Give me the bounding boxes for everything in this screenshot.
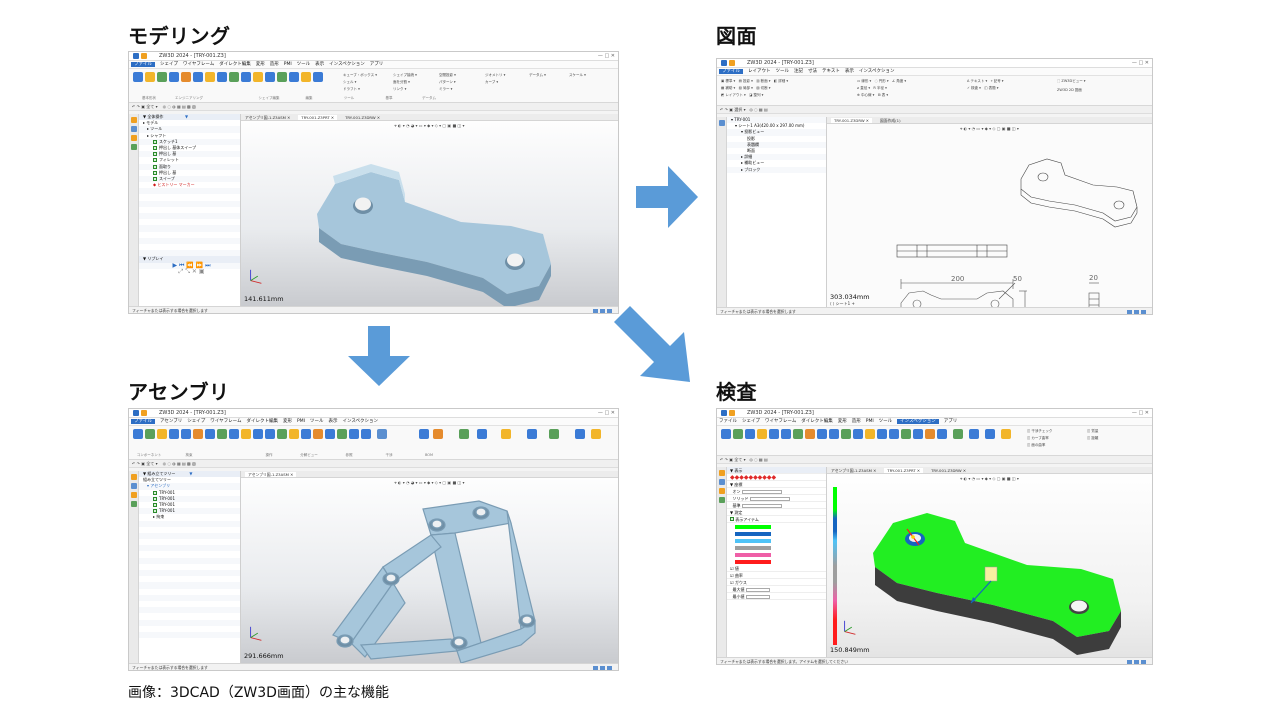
legend-swatch-4 — [734, 546, 771, 550]
inspection-part-3d — [873, 513, 1121, 655]
drawing-sheet: 200 50 20 140 — [896, 158, 1138, 307]
ribbon-tabs[interactable]: ファイル シェイプ ワイヤフレーム ダイレクト編集 変形 造形 PMI ツール インスペクション… — [717, 418, 1152, 426]
viewport-tabs[interactable]: アセンブリ図-1.Z3ASM ✕ — [241, 471, 618, 478]
assembly-screenshot: ZW3D 2024 - [TRY-001.Z3] — □ ✕ ファイル アセンブリシ… — [128, 408, 619, 671]
status-bar: フィーチャまたは表示する場合を選択します — [129, 663, 618, 670]
left-icon-strip[interactable] — [129, 114, 139, 306]
title-bar: ZW3D 2024 - [TRY-001.Z3] — □ ✕ — [717, 409, 1152, 418]
inspection-panel[interactable]: ▼ 表示 ◆◆◆◆◆◆◆◆◆◆ ▼ 座標 オン ソリッド 基準 ▼ 測定 表示ア… — [727, 467, 827, 657]
drawing-screenshot: ZW3D 2024 - [TRY-001.Z3] — □ ✕ ファイル レイアウトツ… — [716, 58, 1153, 315]
quick-toolbar[interactable]: ↶ ↷ ▣ 全て ▾ ◎ ◌ ◍ ▦ ▤ ▩ ▧ — [129, 460, 618, 468]
assembly-3d — [332, 500, 536, 663]
ribbon-toolbar[interactable]: ◫ 干渉チェック ◫ カーブ曲率 ◫ 面の曲率 ◫ 質量 ◫ 距離 — [717, 426, 1152, 456]
heading-drawing: 図面 — [716, 24, 757, 48]
assembly-tree[interactable]: ▼ 組み立てツリー ▼ 組み立てツリー ▾ アセンブリ TRY-001 TRY-… — [139, 471, 241, 663]
legend-swatch-2 — [734, 532, 771, 536]
legend-swatch-3 — [734, 539, 771, 543]
axis-triad — [844, 620, 856, 635]
legend-swatch-5 — [734, 553, 771, 557]
viewport-tabs[interactable]: TRY-001.Z3DRW ✕ 図面作成(1) — [827, 117, 1152, 124]
figure-caption: 画像：3DCAD（ZW3D画面）の主な機能 — [128, 685, 389, 701]
inspection-screenshot: ZW3D 2024 - [TRY-001.Z3] — □ ✕ ファイル シェイプ ワイ… — [716, 408, 1153, 665]
assembly-viewport[interactable]: アセンブリ図-1.Z3ASM ✕ ⌖ ◐ ▾ ◔ ◕ ▾ ▭ ▾ ◆ ▾ ◇ ▾… — [241, 471, 618, 663]
heading-modeling: モデリング — [128, 24, 231, 48]
arrow-diagonal — [614, 306, 690, 382]
left-icon-strip[interactable] — [717, 467, 727, 657]
axis-triad — [250, 626, 262, 641]
axis-triad — [250, 269, 262, 284]
heading-inspection: 検査 — [716, 380, 757, 404]
heading-assembly: アセンブリ — [128, 380, 230, 404]
ribbon-toolbar[interactable]: コンポーネント 拘束 操作 分解ビュー 参照 干渉 BOM — [129, 426, 618, 460]
ribbon-tabs[interactable]: ファイル シェイプ ワイヤフレーム ダイレクト編集 変形 造形 PMI ツール 表示 インスペクシ… — [129, 61, 618, 69]
ribbon-tabs[interactable]: ファイル アセンブリ シェイプ ワイヤフレーム ダイレクト編集 変形 PMI ツール 表示 インス… — [129, 418, 618, 426]
status-bar: フィーチャまたは表示する場合を選択します — [717, 307, 1152, 314]
scale-readout: 150.849mm — [830, 646, 870, 654]
arrow-down — [348, 326, 410, 386]
dim-20: 20 — [1089, 274, 1098, 282]
quick-toolbar[interactable]: ↶ ↷ ▣ 全て ▾ ◎ ◌ ▦ ▤ — [717, 456, 1152, 464]
ribbon-toolbar[interactable]: キューブ・ボックス ▾ シェル ▾ ドラフト ▾ シェイプ接続 ▾ 面を分割 ▾… — [129, 69, 618, 103]
legend-swatch-6 — [734, 560, 771, 564]
left-icon-strip[interactable] — [129, 471, 139, 663]
scale-readout: 303.034mm — [830, 293, 870, 301]
dim-200: 200 — [951, 275, 964, 283]
title-bar: ZW3D 2024 - [TRY-001.Z3] — □ ✕ — [129, 52, 618, 61]
scale-readout: 141.611mm — [244, 295, 284, 303]
title-bar: ZW3D 2024 - [TRY-001.Z3] — □ ✕ — [717, 59, 1152, 68]
viewport-tabs[interactable]: アセンブリ図-1.Z3ASM ✕ TRY-001.Z3PRT ✕ TRY-001.Z… — [827, 467, 1152, 474]
status-bar: フィーチャまたは表示する場合を選択します。アイテムを選択してください — [717, 657, 1152, 664]
inspection-viewport[interactable]: アセンブリ図-1.Z3ASM ✕ TRY-001.Z3PRT ✕ TRY-001.Z… — [827, 467, 1152, 657]
left-icon-strip[interactable] — [717, 117, 727, 307]
scale-readout: 291.666mm — [244, 652, 284, 660]
drawing-tree[interactable]: ▾ TRY-001 ▾ シート1 A3(420.00 x 297.00 mm) … — [727, 117, 827, 307]
quick-toolbar[interactable]: ↶ ↷ ▣ 選択 ▾ ◎ ◌ ▦ ▤ — [717, 106, 1152, 114]
arrow-right — [636, 166, 698, 228]
modeling-screenshot: ZW3D 2024 - [TRY-001.Z3] — □ ✕ ファイル シェイプ ワイ… — [128, 51, 619, 314]
title-bar: ZW3D 2024 - [TRY-001.Z3] — □ ✕ — [129, 409, 618, 418]
status-bar: フィーチャまたは表示する場合を選択します — [129, 306, 618, 313]
dim-50: 50 — [1013, 275, 1022, 283]
link-part-3d — [317, 164, 551, 306]
view-toolbar[interactable]: ⌖ ◐ ▾ ◔ ▭ ▾ ◆ ▾ ◇ ▢ ▣ ■ ◫ ▾ — [827, 126, 1152, 131]
history-tree[interactable]: ▼ 全体操作 ▼ ▸ モデル ▸ ツール ▸ シャフト スケッチ1 押出し 基体… — [139, 114, 241, 306]
view-toolbar[interactable]: ⌖ ◐ ▾ ◔ ▭ ▾ ◆ ▾ ◇ ▢ ▣ ■ ◫ ▾ — [827, 476, 1152, 481]
ribbon-toolbar[interactable]: ▣ 標準 ▾ ▤ 投影 ▾ ▥ 断面 ▾ ◧ 詳細 ▾ ▦ 補助 ▾ ▧ 局部 … — [717, 76, 1152, 106]
quick-toolbar[interactable]: ↶ ↷ ▣ 全て ▾ ◎ ◌ ◍ ▦ ▤ ▩ ▧ — [129, 103, 618, 111]
viewport-tabs[interactable]: アセンブリ図-1.Z3ASM ✕ TRY-001.Z3PRT ✕ TRY-001.Z… — [241, 114, 618, 121]
view-toolbar[interactable]: ⌖ ◐ ▾ ◔ ◕ ▾ ▭ ▾ ◆ ▾ ◇ ▾ ▢ ▣ ■ ◫ ▾ — [241, 123, 618, 128]
ribbon-tabs[interactable]: ファイル レイアウト ツール 注記 寸法 テキスト 表示 インスペクション — [717, 68, 1152, 76]
drawing-viewport[interactable]: TRY-001.Z3DRW ✕ 図面作成(1) ⌖ ◐ ▾ ◔ ▭ ▾ ◆ ▾ ◇… — [827, 117, 1152, 307]
modeling-viewport[interactable]: アセンブリ図-1.Z3ASM ✕ TRY-001.Z3PRT ✕ TRY-001.Z… — [241, 114, 618, 306]
legend-swatch-1 — [734, 525, 771, 529]
